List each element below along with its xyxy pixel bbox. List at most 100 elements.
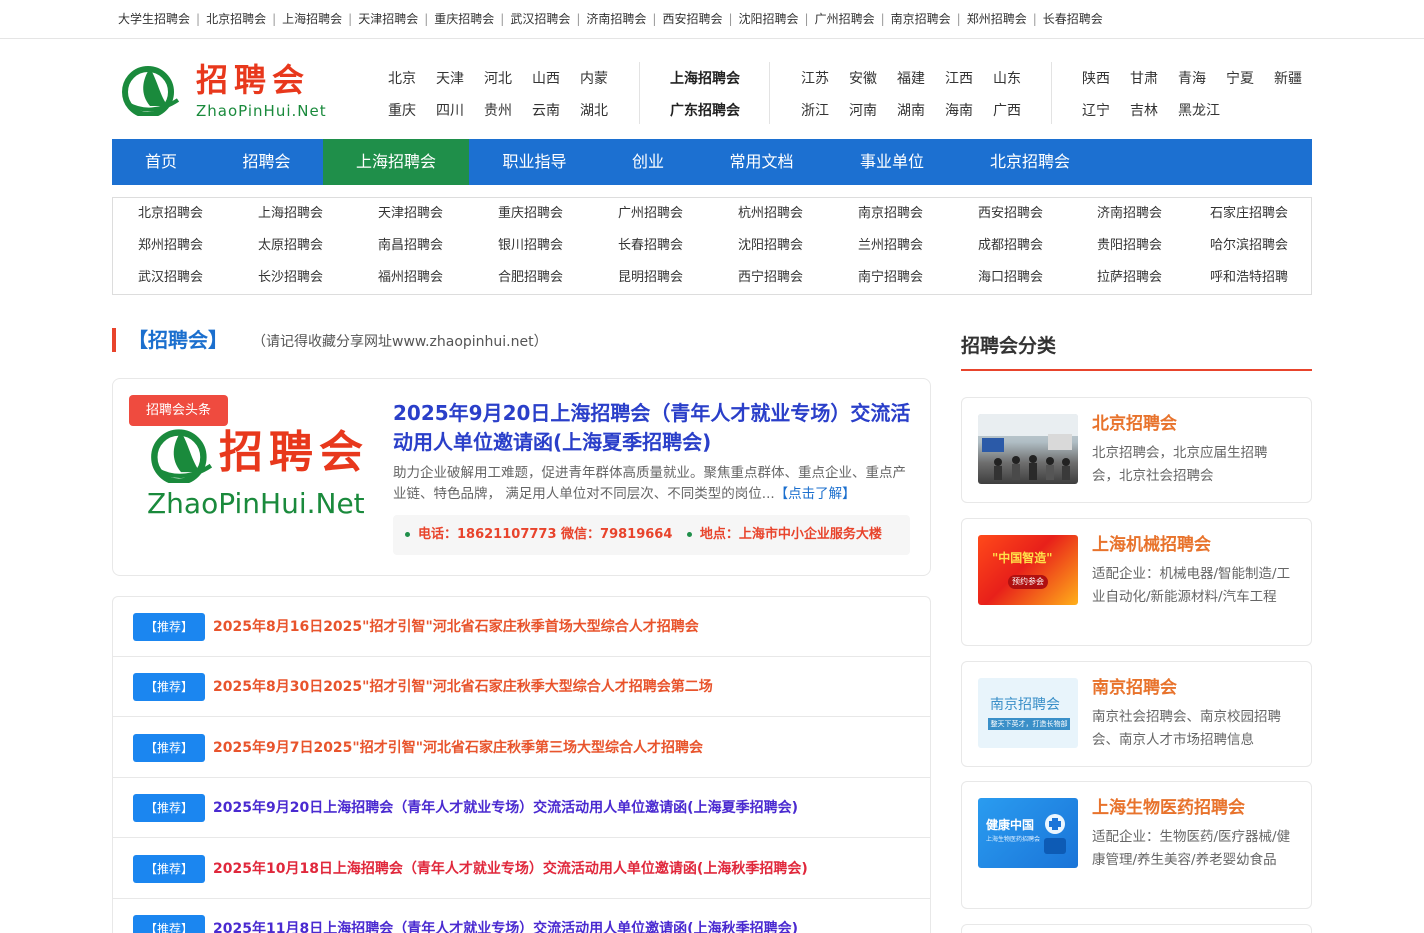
nav-item-startup[interactable]: 创业 bbox=[600, 139, 696, 185]
region-link[interactable]: 北京 bbox=[388, 68, 416, 88]
recommend-link[interactable]: 2025年8月30日2025"招才引智"河北省石家庄秋季大型综合人才招聘会第二场 bbox=[213, 673, 713, 701]
city-link[interactable]: 南昌招聘会 bbox=[378, 230, 443, 262]
top-link[interactable]: 济南招聘会 bbox=[570, 11, 646, 27]
region-link[interactable]: 湖南 bbox=[897, 100, 925, 120]
top-link[interactable]: 广州招聘会 bbox=[799, 11, 875, 27]
sidebar-card-machinery[interactable]: "中国智造" 预约参会 上海机械招聘会 适配企业：机械电器/智能制造/工业自动化… bbox=[961, 518, 1312, 646]
region-link[interactable]: 四川 bbox=[436, 100, 464, 120]
recommend-link[interactable]: 2025年8月16日2025"招才引智"河北省石家庄秋季首场大型综合人才招聘会 bbox=[213, 613, 699, 641]
region-link[interactable]: 河北 bbox=[484, 68, 512, 88]
region-link[interactable]: 辽宁 bbox=[1082, 100, 1110, 120]
city-link[interactable]: 福州招聘会 bbox=[378, 262, 443, 294]
job-fair-photo-icon[interactable] bbox=[978, 414, 1078, 484]
nav-item-public-institution[interactable]: 事业单位 bbox=[827, 139, 957, 185]
city-link[interactable]: 长春招聘会 bbox=[618, 230, 683, 262]
list-item[interactable]: 【推荐】 2025年8月16日2025"招才引智"河北省石家庄秋季首场大型综合人… bbox=[113, 597, 930, 657]
card-title-link[interactable]: 北京招聘会 bbox=[1092, 412, 1177, 436]
headline-card[interactable]: 招聘会 ZhaoPinHui.Net 招聘会头条 2025年9月20日上海招聘会… bbox=[112, 378, 931, 576]
region-featured-link[interactable]: 广东招聘会 bbox=[670, 100, 740, 120]
region-link[interactable]: 青海 bbox=[1178, 68, 1206, 88]
region-link[interactable]: 新疆 bbox=[1274, 68, 1302, 88]
top-link[interactable]: 郑州招聘会 bbox=[951, 11, 1027, 27]
region-link[interactable]: 海南 bbox=[945, 100, 973, 120]
city-link[interactable]: 石家庄招聘会 bbox=[1210, 198, 1288, 230]
recommend-link[interactable]: 2025年9月20日上海招聘会（青年人才就业专场）交流活动用人单位邀请函(上海夏… bbox=[213, 794, 798, 822]
nav-item-home[interactable]: 首页 bbox=[112, 139, 210, 185]
top-link[interactable]: 沈阳招聘会 bbox=[722, 11, 799, 27]
card-title-link[interactable]: 南京招聘会 bbox=[1092, 676, 1177, 700]
region-link[interactable]: 天津 bbox=[436, 68, 464, 88]
city-link[interactable]: 杭州招聘会 bbox=[738, 198, 803, 230]
city-link[interactable]: 贵阳招聘会 bbox=[1097, 230, 1162, 262]
nav-item-docs[interactable]: 常用文档 bbox=[696, 139, 827, 185]
region-link[interactable]: 黑龙江 bbox=[1178, 100, 1220, 120]
city-link[interactable]: 北京招聘会 bbox=[138, 198, 203, 230]
recommend-link[interactable]: 2025年11月8日上海招聘会（青年人才就业专场）交流活动用人单位邀请函(上海秋… bbox=[213, 915, 798, 933]
headline-more-link[interactable]: 【点击了解】 bbox=[775, 486, 856, 502]
city-link[interactable]: 上海招聘会 bbox=[258, 198, 323, 230]
site-logo[interactable]: 招聘会 ZhaoPinHui.Net bbox=[120, 60, 330, 122]
list-item[interactable]: 【推荐】 2025年9月20日上海招聘会（青年人才就业专场）交流活动用人单位邀请… bbox=[113, 778, 930, 838]
city-link[interactable]: 济南招聘会 bbox=[1097, 198, 1162, 230]
region-link[interactable]: 宁夏 bbox=[1226, 68, 1254, 88]
city-link[interactable]: 昆明招聘会 bbox=[618, 262, 683, 294]
top-link[interactable]: 南京招聘会 bbox=[875, 11, 951, 27]
sidebar-card-nanjing[interactable]: 南京招聘会 整天下英才，打造长物部 南京招聘会 南京社会招聘会、南京校园招聘会、… bbox=[961, 661, 1312, 767]
city-link[interactable]: 广州招聘会 bbox=[618, 198, 683, 230]
top-link[interactable]: 武汉招聘会 bbox=[494, 11, 570, 27]
region-link[interactable]: 内蒙 bbox=[580, 68, 608, 88]
city-link[interactable]: 天津招聘会 bbox=[378, 198, 443, 230]
sidebar-card-beijing[interactable]: 北京招聘会 北京招聘会，北京应届生招聘会，北京社会招聘会 bbox=[961, 397, 1312, 503]
region-link[interactable]: 山东 bbox=[993, 68, 1021, 88]
sidebar-card-biomedicine[interactable]: 健康中国 上海生物医药招聘会 上海生物医药招聘会 适配企业：生物医药/医疗器械/… bbox=[961, 781, 1312, 909]
headline-title-link[interactable]: 2025年9月20日上海招聘会（青年人才就业专场）交流活动用人单位邀请函(上海夏… bbox=[393, 399, 913, 457]
region-link[interactable]: 江西 bbox=[945, 68, 973, 88]
card-title-link[interactable]: 上海机械招聘会 bbox=[1092, 533, 1211, 557]
region-link[interactable]: 甘肃 bbox=[1130, 68, 1158, 88]
health-china-banner-icon[interactable]: 健康中国 上海生物医药招聘会 bbox=[978, 798, 1078, 868]
city-link[interactable]: 太原招聘会 bbox=[258, 230, 323, 262]
region-link[interactable]: 广西 bbox=[993, 100, 1021, 120]
region-link[interactable]: 吉林 bbox=[1130, 100, 1158, 120]
region-link[interactable]: 河南 bbox=[849, 100, 877, 120]
top-link[interactable]: 西安招聘会 bbox=[646, 11, 722, 27]
list-item[interactable]: 【推荐】 2025年9月7日2025"招才引智"河北省石家庄秋季第三场大型综合人… bbox=[113, 718, 930, 778]
region-link[interactable]: 重庆 bbox=[388, 100, 416, 120]
city-link[interactable]: 南京招聘会 bbox=[858, 198, 923, 230]
region-featured-link[interactable]: 上海招聘会 bbox=[670, 68, 740, 88]
city-link[interactable]: 成都招聘会 bbox=[978, 230, 1043, 262]
city-link[interactable]: 郑州招聘会 bbox=[138, 230, 203, 262]
region-link[interactable]: 贵州 bbox=[484, 100, 512, 120]
city-link[interactable]: 合肥招聘会 bbox=[498, 262, 563, 294]
city-link[interactable]: 哈尔滨招聘会 bbox=[1210, 230, 1288, 262]
nav-item-beijing[interactable]: 北京招聘会 bbox=[957, 139, 1103, 185]
city-link[interactable]: 长沙招聘会 bbox=[258, 262, 323, 294]
top-link[interactable]: 天津招聘会 bbox=[342, 11, 418, 27]
top-link[interactable]: 北京招聘会 bbox=[190, 11, 266, 27]
city-link[interactable]: 海口招聘会 bbox=[978, 262, 1043, 294]
nanjing-banner-icon[interactable]: 南京招聘会 整天下英才，打造长物部 bbox=[978, 678, 1078, 748]
city-link[interactable]: 西宁招聘会 bbox=[738, 262, 803, 294]
list-item[interactable]: 【推荐】 2025年10月18日上海招聘会（青年人才就业专场）交流活动用人单位邀… bbox=[113, 839, 930, 899]
region-link[interactable]: 云南 bbox=[532, 100, 560, 120]
city-link[interactable]: 重庆招聘会 bbox=[498, 198, 563, 230]
city-link[interactable]: 呼和浩特招聘 bbox=[1210, 262, 1288, 294]
top-link[interactable]: 重庆招聘会 bbox=[418, 11, 494, 27]
recommend-link[interactable]: 2025年10月18日上海招聘会（青年人才就业专场）交流活动用人单位邀请函(上海… bbox=[213, 855, 808, 883]
list-item[interactable]: 【推荐】 2025年8月30日2025"招才引智"河北省石家庄秋季大型综合人才招… bbox=[113, 657, 930, 717]
region-link[interactable]: 福建 bbox=[897, 68, 925, 88]
list-item[interactable]: 【推荐】 2025年11月8日上海招聘会（青年人才就业专场）交流活动用人单位邀请… bbox=[113, 899, 930, 933]
made-in-china-banner-icon[interactable]: "中国智造" 预约参会 bbox=[978, 535, 1078, 605]
top-link[interactable]: 上海招聘会 bbox=[266, 11, 342, 27]
recommend-link[interactable]: 2025年9月7日2025"招才引智"河北省石家庄秋季第三场大型综合人才招聘会 bbox=[213, 734, 703, 762]
city-link[interactable]: 沈阳招聘会 bbox=[738, 230, 803, 262]
city-link[interactable]: 兰州招聘会 bbox=[858, 230, 923, 262]
city-link[interactable]: 武汉招聘会 bbox=[138, 262, 203, 294]
city-link[interactable]: 西安招聘会 bbox=[978, 198, 1043, 230]
top-link[interactable]: 大学生招聘会 bbox=[118, 11, 190, 27]
region-link[interactable]: 江苏 bbox=[801, 68, 829, 88]
region-link[interactable]: 陕西 bbox=[1082, 68, 1110, 88]
region-link[interactable]: 山西 bbox=[532, 68, 560, 88]
sidebar-card-partial[interactable] bbox=[961, 924, 1312, 933]
nav-item-job-fair[interactable]: 招聘会 bbox=[210, 139, 323, 185]
